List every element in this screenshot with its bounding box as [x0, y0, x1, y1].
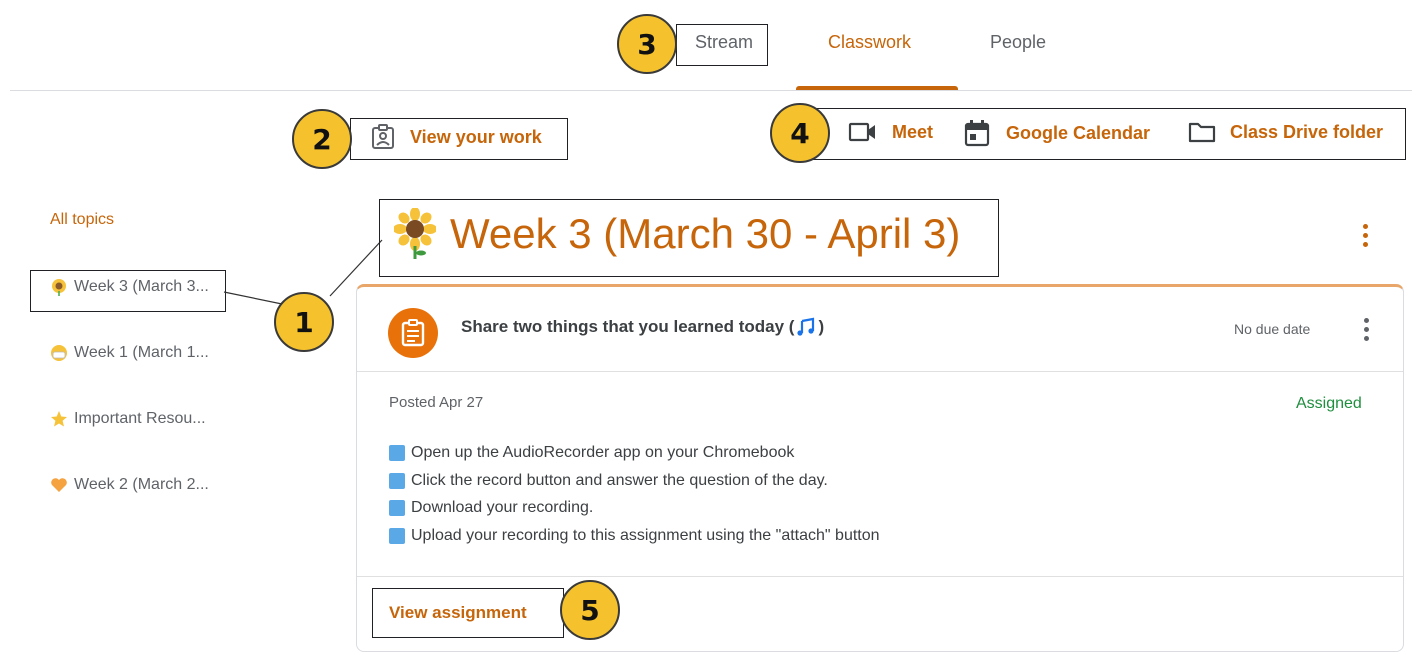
- topic-header: Week 3 (March 30 - April 3): [393, 207, 961, 260]
- callout-badge-5: 5: [560, 580, 620, 640]
- due-date: No due date: [1234, 321, 1311, 337]
- step-text: Download your recording.: [411, 499, 594, 516]
- card-divider: [357, 371, 1403, 372]
- keycap-two-icon: [389, 473, 405, 489]
- step-text: Click the record button and answer the q…: [411, 472, 828, 489]
- list-item: Upload your recording to this assignment…: [389, 527, 880, 545]
- list-item: Open up the AudioRecorder app on your Ch…: [389, 444, 794, 462]
- keycap-one-icon: [389, 445, 405, 461]
- callout-badge-1: 1: [274, 292, 334, 352]
- step-text: Upload your recording to this assignment…: [411, 527, 880, 544]
- list-item: Download your recording.: [389, 499, 593, 517]
- card-divider: [357, 576, 1403, 577]
- list-item: Click the record button and answer the q…: [389, 472, 828, 490]
- assignment-title-text: Share two things that you learned today …: [461, 317, 795, 336]
- step-text: Open up the AudioRecorder app on your Ch…: [411, 444, 795, 461]
- musical-notes-icon: [796, 317, 816, 337]
- assignment-more-options-icon[interactable]: [1363, 318, 1369, 341]
- topic-more-options-icon[interactable]: [1362, 224, 1368, 247]
- view-assignment-link[interactable]: View assignment: [389, 603, 527, 623]
- assignment-title-suffix: ): [818, 317, 825, 336]
- keycap-four-icon: [389, 528, 405, 544]
- assignment-icon: [388, 308, 438, 358]
- status-badge: Assigned: [1296, 395, 1362, 412]
- topic-title: Week 3 (March 30 - April 3): [450, 210, 961, 257]
- sunflower-icon: [393, 207, 437, 260]
- keycap-three-icon: [389, 500, 405, 516]
- assignment-title[interactable]: Share two things that you learned today …: [461, 317, 824, 337]
- posted-date: Posted Apr 27: [389, 394, 484, 411]
